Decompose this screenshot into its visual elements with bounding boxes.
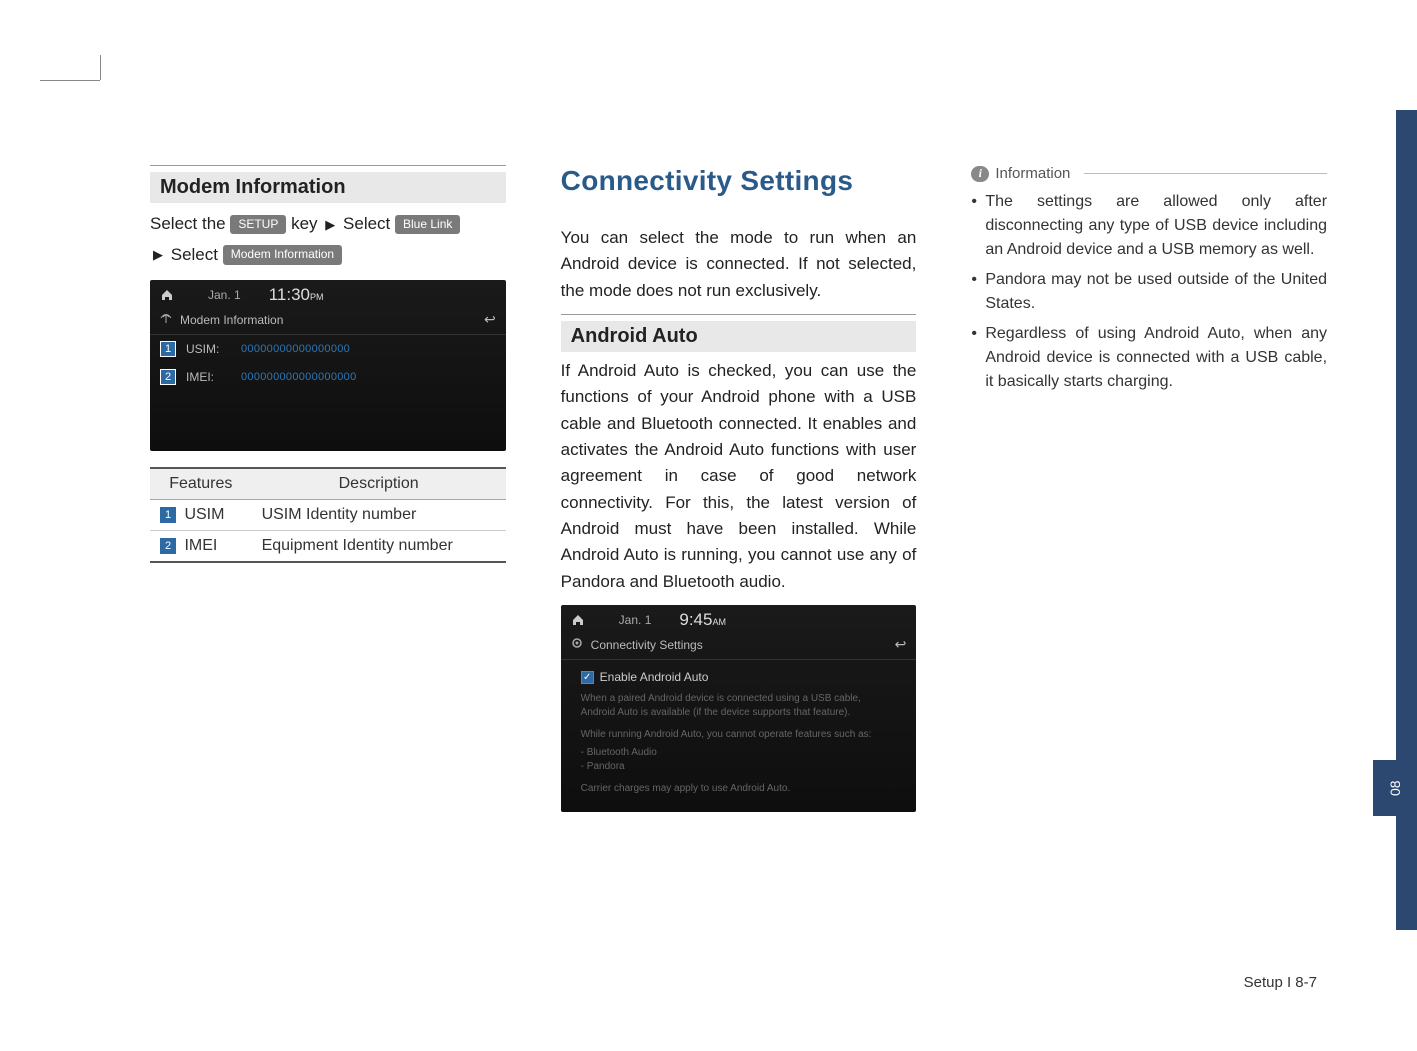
information-list: The settings are allowed only after disc… bbox=[971, 190, 1327, 394]
table-row: 2 IMEI Equipment Identity number bbox=[150, 531, 506, 563]
arrow-icon: ▶ bbox=[325, 213, 335, 236]
home-icon bbox=[160, 288, 174, 302]
gear-icon bbox=[571, 637, 583, 652]
arrow-icon: ▶ bbox=[153, 243, 163, 266]
badge-1: 1 bbox=[160, 507, 176, 523]
back-icon: ↩ bbox=[895, 636, 907, 653]
status-date: Jan. 1 bbox=[619, 613, 652, 627]
screenshot-title: Modem Information bbox=[180, 313, 283, 327]
col-features: Features bbox=[150, 468, 252, 500]
screenshot-title: Connectivity Settings bbox=[591, 638, 703, 652]
col-description: Description bbox=[252, 468, 506, 500]
badge-1: 1 bbox=[160, 341, 176, 357]
modem-info-heading: Modem Information bbox=[150, 172, 506, 203]
info-icon: i bbox=[971, 166, 989, 182]
enable-android-auto-row: ✓ Enable Android Auto bbox=[561, 660, 917, 688]
list-item: The settings are allowed only after disc… bbox=[971, 190, 1327, 262]
ss-note-3b: - Pandora bbox=[561, 760, 917, 778]
page-footer: Setup I 8-7 bbox=[1244, 974, 1317, 991]
badge-2: 2 bbox=[160, 369, 176, 385]
back-icon: ↩ bbox=[484, 311, 496, 328]
ss-note-2: While running Android Auto, you cannot o… bbox=[561, 724, 917, 746]
usim-row: 1 USIM: 00000000000000000 bbox=[150, 335, 506, 363]
status-time: 11:30PM bbox=[269, 285, 324, 305]
modem-info-screenshot: Jan. 1 11:30PM Modem Information ↩ 1 USI… bbox=[150, 280, 506, 451]
connectivity-screenshot: Jan. 1 9:45AM Connectivity Settings ↩ ✓ … bbox=[561, 605, 917, 812]
side-tab: 08 bbox=[1373, 0, 1417, 1051]
section-tab-08: 08 bbox=[1373, 760, 1417, 816]
left-column: Modem Information Select the SETUP key ▶… bbox=[150, 165, 506, 828]
modem-info-pill: Modem Information bbox=[223, 245, 342, 265]
connectivity-title: Connectivity Settings bbox=[561, 165, 917, 197]
bluelink-pill: Blue Link bbox=[395, 215, 460, 235]
android-auto-heading: Android Auto bbox=[561, 321, 917, 352]
checkbox-icon: ✓ bbox=[581, 671, 594, 684]
connectivity-intro: You can select the mode to run when an A… bbox=[561, 225, 917, 304]
home-icon bbox=[571, 613, 585, 627]
ss-note-3a: - Bluetooth Audio bbox=[561, 746, 917, 760]
setup-key-pill: SETUP bbox=[230, 215, 286, 235]
list-item: Pandora may not be used outside of the U… bbox=[971, 268, 1327, 316]
right-column: i Information The settings are allowed o… bbox=[971, 165, 1327, 828]
android-auto-body: If Android Auto is checked, you can use … bbox=[561, 358, 917, 595]
antenna-icon bbox=[160, 312, 172, 327]
modem-instruction: Select the SETUP key ▶ Select Blue Link … bbox=[150, 209, 506, 270]
imei-row: 2 IMEI: 000000000000000000 bbox=[150, 363, 506, 391]
information-heading: i Information bbox=[971, 165, 1327, 182]
ss-note-1: When a paired Android device is connecte… bbox=[561, 688, 917, 724]
badge-2: 2 bbox=[160, 538, 176, 554]
ss-note-4: Carrier charges may apply to use Android… bbox=[561, 778, 917, 800]
table-row: 1 USIM USIM Identity number bbox=[150, 500, 506, 531]
features-table: Features Description 1 USIM USIM Identit… bbox=[150, 467, 506, 563]
status-time: 9:45AM bbox=[679, 610, 726, 630]
middle-column: Connectivity Settings You can select the… bbox=[561, 165, 917, 828]
list-item: Regardless of using Android Auto, when a… bbox=[971, 322, 1327, 394]
status-date: Jan. 1 bbox=[208, 288, 241, 302]
